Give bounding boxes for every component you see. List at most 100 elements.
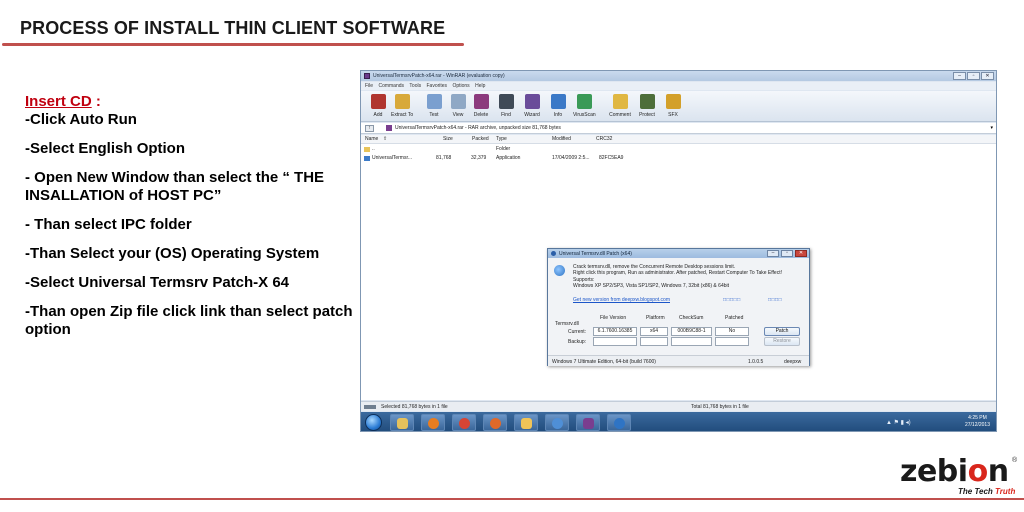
windows-taskbar: ▲ ⚑ ▮ ◂) 4:25 PM 27/12/2013	[361, 412, 996, 431]
winrar-icon	[583, 418, 594, 429]
table-row[interactable]: UniversalTermsr... 81,768 32,379 Applica…	[361, 154, 996, 163]
backup-version-field	[593, 337, 637, 346]
toolbar-find-button[interactable]: Find	[495, 94, 517, 121]
virusscan-icon	[576, 94, 592, 109]
patch-supports-list: Windows XP SP2/SP3, Vista SP1/SP2, Windo…	[573, 283, 730, 289]
taskbar-explorer[interactable]	[390, 414, 414, 431]
toolbar-label: Find	[501, 112, 511, 118]
dialog-minimize-button[interactable]: –	[767, 250, 779, 257]
toolbar-add-button[interactable]: Add	[367, 94, 389, 121]
winrar-titlebar: UniversalTermsrvPatch-x64.rar - WinRAR (…	[361, 71, 996, 81]
toolbar-label: Test	[429, 112, 439, 118]
shield-icon	[639, 94, 655, 109]
taskbar-chrome[interactable]	[452, 414, 476, 431]
os-info: Windows 7 Ultimate Edition, 64-bit (buil…	[552, 359, 656, 365]
test-archive-icon	[426, 94, 442, 109]
menu-options[interactable]: Options	[452, 82, 469, 90]
dialog-close-button[interactable]: ✕	[795, 250, 807, 257]
step-4: - Than select IPC folder	[25, 216, 192, 233]
backup-patched-field	[715, 337, 749, 346]
toolbar-sfx-button[interactable]: SFX	[662, 94, 684, 121]
patch-button[interactable]: Patch	[764, 327, 800, 336]
logo-word-start: zebi	[900, 454, 968, 489]
parent-folder-icon	[364, 147, 370, 152]
toolbar-extract-to-button[interactable]: Extract To	[391, 94, 413, 121]
toolbar-label: Info	[553, 112, 563, 118]
backup-checksum-field	[671, 337, 712, 346]
close-button[interactable]: ✕	[981, 72, 994, 80]
tray-clock[interactable]: 4:25 PM 27/12/2013	[965, 415, 990, 429]
menu-file[interactable]: File	[365, 82, 373, 90]
language-link-b[interactable]: □□□□	[768, 297, 782, 303]
start-button[interactable]	[365, 414, 382, 431]
backup-platform-field	[640, 337, 668, 346]
column-type[interactable]: Type	[496, 135, 507, 144]
toolbar-label: Extract To	[391, 112, 414, 118]
patch-globe-icon	[554, 265, 565, 276]
footer-rule	[0, 498, 1024, 500]
folder-icon	[397, 418, 408, 429]
patch-dialog-title: Universal Termsrv.dll Patch (x64)	[559, 251, 632, 257]
toolbar-virusscan-button[interactable]: VirusScan	[573, 94, 596, 121]
column-modified[interactable]: Modified	[552, 135, 571, 144]
maximize-button[interactable]: ▫	[967, 72, 980, 80]
toolbar-protect-button[interactable]: Protect	[636, 94, 658, 121]
taskbar-folder[interactable]	[514, 414, 538, 431]
taskbar-firefox[interactable]	[483, 414, 507, 431]
header-patched: Patched	[725, 315, 744, 321]
heading-colon: :	[91, 93, 101, 110]
table-row[interactable]: .. Folder	[361, 145, 996, 154]
menu-tools[interactable]: Tools	[409, 82, 421, 90]
toolbar-comment-button[interactable]: Comment	[609, 94, 631, 121]
file-list: Name ⇧ Size Packed Type Modified CRC32 .…	[361, 135, 996, 400]
toolbar-label: Protect	[639, 112, 655, 118]
new-version-link[interactable]: Get new version from deepxw.blogspot.com	[573, 297, 670, 303]
restore-button[interactable]: Restore	[764, 337, 800, 346]
tray-icons[interactable]: ▲ ⚑ ▮ ◂)	[886, 419, 911, 426]
toolbar-delete-button[interactable]: Delete	[470, 94, 492, 121]
taskbar-media-player[interactable]	[421, 414, 445, 431]
insert-cd-heading: Insert CD	[25, 93, 92, 110]
info-icon	[550, 94, 566, 109]
winrar-window-title: UniversalTermsrvPatch-x64.rar - WinRAR (…	[373, 73, 505, 79]
toolbar-view-button[interactable]: View	[447, 94, 469, 121]
menu-commands[interactable]: Commands	[378, 82, 404, 90]
current-checksum-field: 000B9C88-1	[671, 327, 712, 336]
up-one-level-icon[interactable]: ↑	[365, 125, 374, 132]
header-file-version: File Version	[600, 315, 627, 321]
taskbar-patch[interactable]	[607, 414, 631, 431]
toolbar-wizard-button[interactable]: Wizard	[521, 94, 543, 121]
column-packed[interactable]: Packed	[472, 135, 489, 144]
patch-author: deepxw	[784, 359, 802, 365]
sfx-icon	[665, 94, 681, 109]
taskbar-winrar[interactable]	[576, 414, 600, 431]
logo-word-end: n	[987, 454, 1009, 489]
title-underline	[2, 43, 464, 46]
dialog-maximize-button[interactable]: ▫	[781, 250, 793, 257]
toolbar-label: View	[452, 112, 464, 118]
toolbar-label: Delete	[473, 112, 489, 118]
step-6: -Select Universal Termsrv Patch-X 64	[25, 274, 290, 291]
menu-favorites[interactable]: Favorites	[427, 82, 448, 90]
language-link-a[interactable]: □□□□□	[723, 297, 741, 303]
toolbar-test-button[interactable]: Test	[423, 94, 445, 121]
toolbar-label: Comment	[609, 112, 631, 118]
column-name[interactable]: Name	[365, 135, 378, 144]
row-modified: 17/04/2009 2:5...	[552, 155, 590, 161]
add-books-icon	[370, 94, 386, 109]
row-size: 81,768	[436, 155, 452, 161]
path-dropdown-icon[interactable]: ▾	[990, 125, 993, 131]
current-patched-field: No	[715, 327, 749, 336]
archive-path[interactable]: UniversalTermsrvPatch-x64.rar - RAR arch…	[395, 125, 561, 131]
menu-help[interactable]: Help	[475, 82, 485, 90]
taskbar-network[interactable]	[545, 414, 569, 431]
column-size[interactable]: Size	[443, 135, 453, 144]
patch-dialog-titlebar: Universal Termsrv.dll Patch (x64) – ▫ ✕	[548, 249, 809, 258]
logo-word-o: o	[967, 454, 989, 489]
column-crc32[interactable]: CRC32	[596, 135, 612, 144]
toolbar-info-button[interactable]: Info	[547, 94, 569, 121]
minimize-button[interactable]: –	[953, 72, 966, 80]
current-version-field: 6.1.7600.16385	[593, 327, 637, 336]
step-2: -Select English Option	[25, 140, 186, 157]
step-1: -Click Auto Run	[25, 111, 137, 128]
